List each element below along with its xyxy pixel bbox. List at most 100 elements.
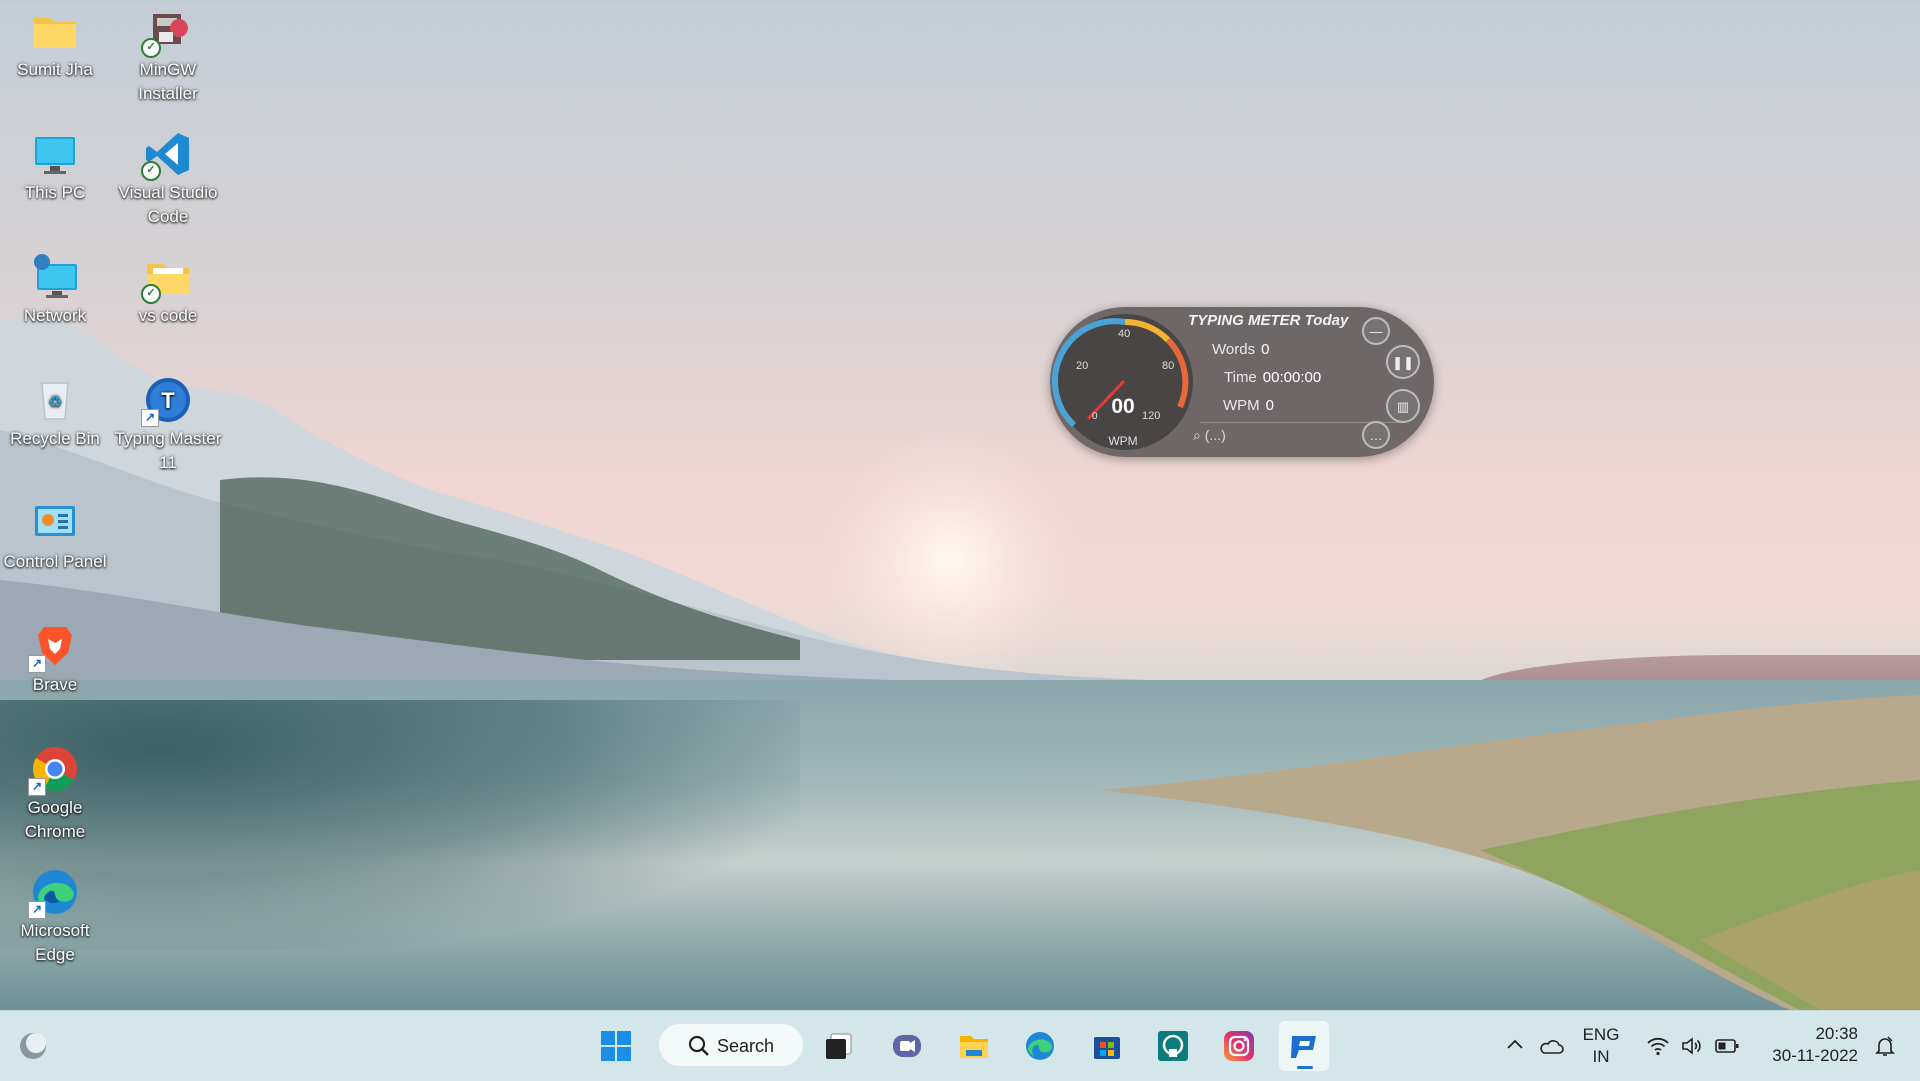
more-button[interactable]: …	[1362, 421, 1390, 449]
meter-title: TYPING METER Today	[1188, 312, 1349, 329]
desktop-icon-network[interactable]: Network	[0, 246, 110, 328]
instagram-icon	[1224, 1031, 1254, 1061]
desktop-icon-vscode[interactable]: ✓ Visual Studio Code	[113, 123, 223, 229]
desktop-icon-typing-master[interactable]: T ↗ Typing Master 11	[113, 369, 223, 475]
notification-bell-icon	[1875, 1036, 1895, 1056]
teams-chat-button[interactable]	[882, 1021, 932, 1071]
app-icon	[1158, 1031, 1188, 1061]
recycle-bin-icon: ♻	[30, 375, 80, 425]
desktop-icon-label: Sumit Jha	[17, 60, 93, 79]
active-indicator	[1297, 1066, 1313, 1069]
taskbar: Search ENG IN 20:38 30-11-2022	[0, 1010, 1920, 1081]
instagram-button[interactable]	[1214, 1021, 1264, 1071]
desktop-icon-label: Brave	[32, 675, 78, 694]
words-row: Words 0	[1212, 341, 1269, 358]
language-indicator[interactable]: ENG IN	[1578, 1024, 1624, 1068]
desktop-icon-mingw-installer[interactable]: ✓ MinGW Installer	[113, 0, 223, 106]
microsoft-store-button[interactable]	[1082, 1021, 1132, 1071]
edge-icon: ↗	[28, 867, 80, 919]
typing-master-icon: T ↗	[141, 375, 193, 427]
search-icon: ⌕	[1193, 427, 1201, 443]
desktop-icon-brave[interactable]: ↗ Brave	[0, 615, 110, 697]
desktop-icon-sumit-jha[interactable]: Sumit Jha	[0, 0, 110, 82]
desktop-icon-label: Google Chrome	[24, 798, 86, 841]
desktop-icon-google-chrome[interactable]: ↗ Google Chrome	[0, 738, 110, 844]
task-view-button[interactable]	[814, 1021, 864, 1071]
sync-status-icon: ✓	[141, 38, 161, 58]
desktop-icon-label: vs code	[138, 306, 198, 325]
minimize-icon: —	[1369, 324, 1383, 339]
battery-icon	[1715, 1039, 1739, 1053]
shortcut-arrow-icon: ↗	[28, 655, 46, 673]
gauge-tick: 20	[1076, 360, 1088, 372]
wpm-value: 0	[1265, 397, 1275, 414]
svg-text:T: T	[161, 388, 175, 413]
gauge-tick: 0	[1092, 411, 1098, 422]
weather-icon	[20, 1033, 46, 1059]
network-icon	[30, 252, 80, 302]
chevron-up-icon	[1507, 1039, 1523, 1049]
task-view-icon	[826, 1033, 852, 1059]
app-taskbar-button[interactable]	[1148, 1021, 1198, 1071]
meter-search[interactable]: ⌕ (...)	[1193, 427, 1226, 444]
onedrive-button[interactable]	[1533, 1021, 1569, 1071]
notifications-button[interactable]	[1866, 1021, 1906, 1071]
brave-icon: ↗	[28, 621, 80, 673]
edge-taskbar-button[interactable]	[1015, 1021, 1065, 1071]
time-value: 00:00:00	[1262, 369, 1322, 386]
pause-button[interactable]: ❚❚	[1386, 345, 1420, 379]
desktop-icon-label: MinGW Installer	[138, 60, 198, 103]
typing-master-taskbar-button[interactable]	[1279, 1021, 1329, 1071]
gauge-tick: 80	[1162, 360, 1174, 372]
taskbar-search[interactable]: Search	[658, 1023, 804, 1067]
search-icon	[688, 1035, 709, 1056]
gauge-tick: 40	[1118, 328, 1130, 340]
typing-meter-widget[interactable]: 0 20 40 80 120 00 WPM TYPING METER Today…	[1050, 307, 1434, 457]
sync-status-icon: ✓	[141, 284, 161, 304]
statistics-icon: ▥	[1396, 399, 1410, 414]
gauge-value: 00	[1111, 395, 1134, 418]
desktop-icon-vs-code-folder[interactable]: ✓ vs code	[113, 246, 223, 328]
control-panel-icon	[30, 498, 80, 548]
file-explorer-button[interactable]	[949, 1021, 999, 1071]
start-icon	[601, 1031, 631, 1061]
desktop-icon-label: This PC	[24, 183, 86, 202]
clock-time: 20:38	[1815, 1024, 1858, 1043]
chrome-icon: ↗	[28, 744, 80, 796]
weather-widget-button[interactable]	[8, 1021, 58, 1071]
show-hidden-icons-button[interactable]	[1497, 1021, 1533, 1071]
typing-master-icon	[1291, 1036, 1316, 1058]
svg-text:♻: ♻	[48, 392, 62, 411]
folder-icon	[30, 6, 80, 56]
speed-gauge: 0 20 40 80 120 00 WPM	[1051, 314, 1193, 450]
clock[interactable]: 20:38 30-11-2022	[1762, 1023, 1858, 1067]
volume-icon	[1682, 1037, 1701, 1055]
desktop-icon-label: Microsoft Edge	[20, 921, 90, 964]
mingw-installer-icon: ✓	[141, 6, 193, 58]
pause-icon: ❚❚	[1392, 355, 1414, 370]
time-row: Time 00:00:00	[1224, 369, 1321, 386]
desktop-icon-label: Visual Studio Code	[118, 183, 218, 226]
desktop-icon-control-panel[interactable]: Control Panel	[0, 492, 110, 574]
wallpaper-reflection	[0, 700, 800, 950]
minimize-button[interactable]: —	[1362, 317, 1390, 345]
statistics-button[interactable]: ▥	[1386, 389, 1420, 423]
folder-icon: ✓	[141, 252, 193, 304]
edge-icon	[1026, 1032, 1054, 1060]
desktop-icon-label: Recycle Bin	[10, 429, 100, 448]
language-line2: IN	[1592, 1047, 1610, 1066]
file-explorer-icon	[960, 1036, 988, 1058]
wpm-label: WPM	[1223, 397, 1260, 414]
gauge-tick: 120	[1142, 410, 1160, 422]
cloud-icon	[1540, 1040, 1564, 1054]
desktop-icon-this-pc[interactable]: This PC	[0, 123, 110, 205]
teams-chat-icon	[893, 1035, 921, 1057]
more-icon: …	[1369, 428, 1383, 443]
desktop-icon-microsoft-edge[interactable]: ↗ Microsoft Edge	[0, 861, 110, 967]
wallpaper-grass	[1100, 695, 1920, 1010]
clock-date: 30-11-2022	[1772, 1046, 1858, 1065]
start-button[interactable]	[591, 1021, 641, 1071]
desktop-icon-recycle-bin[interactable]: ♻ Recycle Bin	[0, 369, 110, 451]
quick-settings-button[interactable]	[1640, 1021, 1750, 1071]
gauge-unit: WPM	[1108, 434, 1137, 448]
